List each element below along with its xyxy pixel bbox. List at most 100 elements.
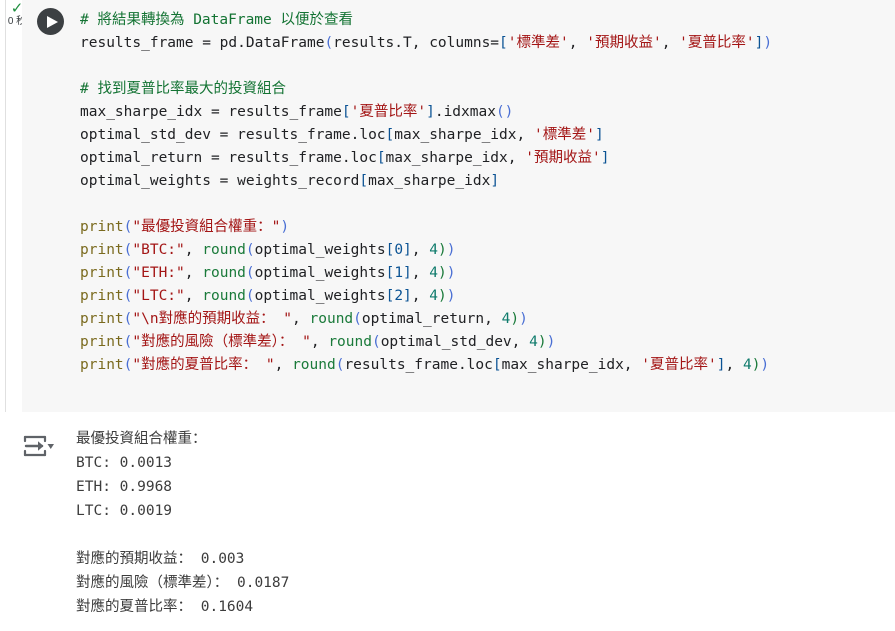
output-stream-text: 最優投資組合權重： BTC: 0.0013 ETH: 0.9968 LTC: 0.00… (76, 427, 289, 619)
code-token: 4 (742, 357, 752, 373)
code-token: () (495, 104, 514, 120)
code-token: ( (245, 265, 255, 281)
gutter-divider (5, 0, 6, 412)
code-line: print("ETH:", round(optimal_weights[1], … (80, 262, 891, 285)
code-token: , (411, 242, 430, 258)
code-token: # 找到夏普比率最大的投資組合 (80, 81, 286, 97)
code-token: round (309, 311, 354, 327)
code-token: '預期收益' (525, 150, 601, 166)
output-line: 最優投資組合權重： (76, 431, 207, 447)
code-token: , (411, 288, 430, 304)
code-token: ) (760, 357, 770, 373)
code-token: print (80, 288, 124, 304)
code-line: max_sharpe_idx = results_frame['夏普比率'].i… (80, 101, 891, 124)
code-token: [ (376, 150, 386, 166)
code-token: ) (446, 288, 456, 304)
code-token: , (184, 265, 203, 281)
output-line: 對應的風險（標準差）： 0.0187 (76, 575, 290, 591)
code-token: [ (385, 127, 395, 143)
code-line: # 將結果轉換為 DataFrame 以便於查看 (80, 9, 891, 32)
output-line: LTC: 0.0019 (76, 503, 173, 519)
code-token: ) (280, 219, 290, 235)
code-token: ] (490, 173, 500, 189)
code-token: print (80, 357, 124, 373)
code-line: optimal_std_dev = results_frame.loc[max_… (80, 124, 891, 147)
code-token: print (80, 219, 124, 235)
code-token: round (328, 334, 372, 350)
code-token: '夏普比率' (679, 35, 755, 51)
code-editor[interactable]: # 將結果轉換為 DataFrame 以便於查看 results_frame = … (80, 9, 891, 377)
code-token: ) (446, 265, 456, 281)
code-token: '標準差' (507, 35, 569, 51)
code-token: "LTC:" (132, 288, 185, 304)
code-token: '夏普比率' (641, 357, 717, 373)
code-token: , (568, 35, 587, 51)
code-token: max_sharpe_idx (368, 173, 491, 189)
code-token: # 將結果轉換為 DataFrame 以便於查看 (80, 12, 353, 28)
code-token: round (202, 265, 246, 281)
code-token: ( (324, 35, 334, 51)
code-token: , (184, 242, 203, 258)
code-line: print("最優投資組合權重：") (80, 216, 891, 239)
code-token: , (310, 334, 329, 350)
code-token: [ (499, 35, 508, 51)
code-token: , (292, 311, 310, 327)
code-token: 4 (429, 242, 438, 258)
code-line: optimal_return = results_frame.loc[max_s… (80, 147, 891, 170)
output-line: BTC: 0.0013 (76, 455, 173, 471)
code-token: 4 (429, 288, 438, 304)
code-token: ) (537, 334, 547, 350)
code-line: print("LTC:", round(optimal_weights[2], … (80, 285, 891, 308)
code-token: optimal_weights (254, 288, 386, 304)
code-token: "最優投資組合權重： (132, 219, 272, 235)
code-token: ) (438, 288, 447, 304)
output-toggle-icon[interactable] (22, 434, 56, 460)
code-token: ] (426, 104, 435, 120)
code-token: ) (438, 265, 447, 281)
code-token: 4 (529, 334, 538, 350)
run-cell-button[interactable] (37, 8, 64, 35)
code-token: .idxmax (434, 104, 496, 120)
code-token: results_frame = pd.DataFrame (80, 35, 325, 51)
code-token: '預期收益' (586, 35, 662, 51)
code-line: # 找到夏普比率最大的投資組合 (80, 78, 891, 101)
code-line: print("對應的風險（標準差）： ", round(optimal_std_… (80, 331, 891, 354)
code-token: ) (546, 334, 556, 350)
code-token: ( (245, 288, 255, 304)
code-token: ) (446, 242, 456, 258)
code-cell: # 將結果轉換為 DataFrame 以便於查看 results_frame = … (22, 0, 895, 412)
code-token: print (80, 242, 124, 258)
code-line: print("\n對應的預期收益： ", round(optimal_retur… (80, 308, 891, 331)
code-token: ( (371, 334, 381, 350)
code-token: print (80, 334, 124, 350)
code-token: , (184, 288, 203, 304)
code-token: , (725, 357, 743, 373)
code-line: print("對應的夏普比率： ", round(results_frame.l… (80, 354, 891, 377)
code-token: results_frame.loc (344, 357, 493, 373)
code-token: , (661, 35, 680, 51)
code-token: max_sharpe_idx, (501, 357, 642, 373)
code-token: results.T, columns= (333, 35, 500, 51)
code-line: optimal_weights = weights_record[max_sha… (80, 170, 891, 193)
code-token: , (411, 265, 430, 281)
code-token: max_sharpe_idx, (385, 150, 526, 166)
code-token: print (80, 311, 124, 327)
code-token: ] (600, 150, 610, 166)
code-token: round (292, 357, 336, 373)
code-token: [ (341, 104, 351, 120)
code-token: optimal_return, (361, 311, 502, 327)
code-token: round (202, 242, 246, 258)
code-token: print (80, 265, 124, 281)
code-token: ) (519, 311, 528, 327)
code-token: "ETH:" (132, 265, 185, 281)
code-token: '夏普比率' (350, 104, 427, 120)
code-token: ] (594, 127, 604, 143)
code-token: optimal_weights (254, 242, 386, 258)
code-token: "對應的風險（標準差）： " (132, 334, 311, 350)
cell-output: 最優投資組合權重： BTC: 0.0013 ETH: 0.9968 LTC: 0.00… (0, 412, 895, 631)
code-token: , (274, 357, 293, 373)
code-token: optimal_std_dev, (380, 334, 530, 350)
